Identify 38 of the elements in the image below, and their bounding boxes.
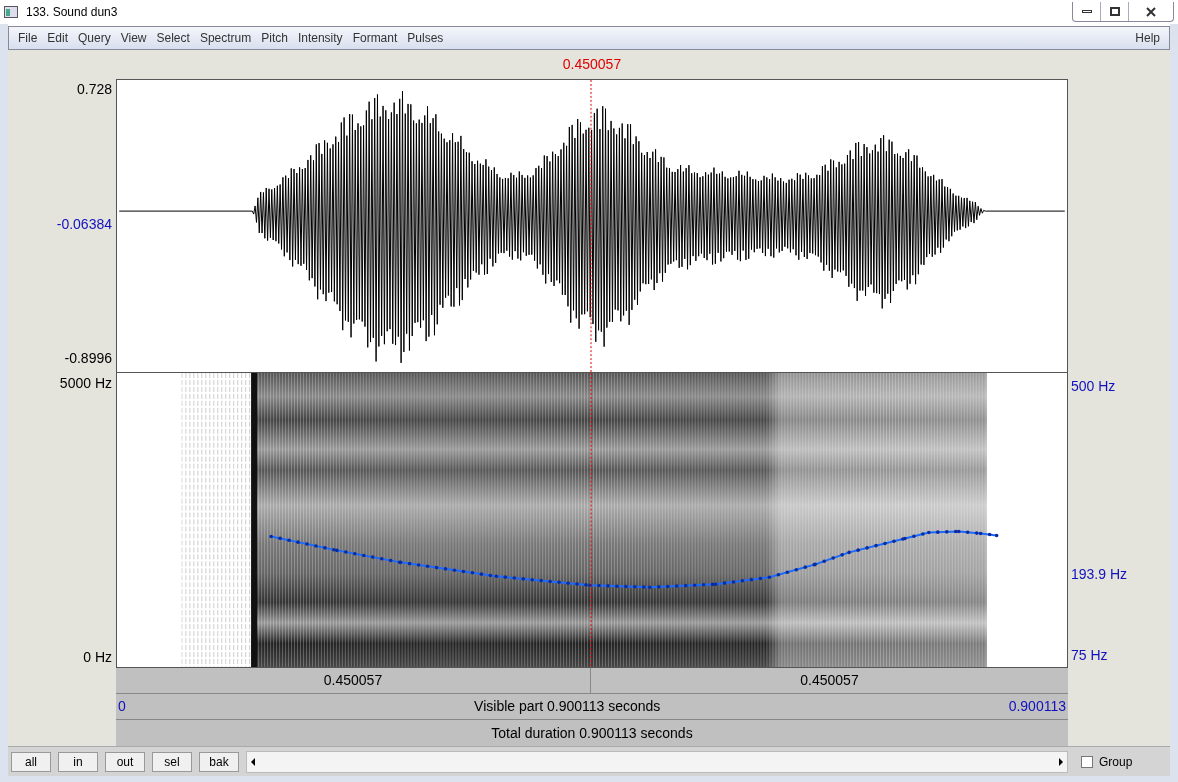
menu-item[interactable]: File: [13, 29, 43, 47]
axis-label: 0.728: [76, 80, 112, 99]
axis-label: 0 Hz: [83, 648, 112, 667]
visible-part-bar[interactable]: 0 Visible part 0.900113 seconds 0.900113: [116, 694, 1068, 720]
menu-item[interactable]: Edit: [42, 29, 74, 47]
menu-item[interactable]: Select: [151, 29, 195, 47]
cursor-time: 0.450057: [562, 55, 622, 74]
menu-item[interactable]: Query: [73, 29, 116, 47]
axis-label: -0.06384: [56, 214, 112, 234]
start-time: 0: [118, 697, 126, 716]
axis-label: 5000 Hz: [59, 374, 112, 393]
zoom-button[interactable]: all: [11, 751, 51, 772]
menu-item[interactable]: Spectrum: [194, 29, 257, 47]
zoom-button[interactable]: sel: [152, 751, 192, 772]
time-segment[interactable]: 0.450057: [591, 668, 1068, 693]
menu-item[interactable]: Pitch: [256, 29, 293, 47]
time-segment[interactable]: 0.450057: [116, 668, 591, 693]
menu-item[interactable]: Pulses: [402, 29, 449, 47]
axis-label: 193.9 Hz: [1071, 565, 1128, 585]
axis-label: 75 Hz: [1071, 646, 1108, 665]
group-label: Group: [1099, 753, 1133, 771]
end-time: 0.900113: [1008, 697, 1066, 716]
app-icon: [4, 6, 18, 18]
zoom-button[interactable]: in: [58, 751, 98, 772]
horizontal-scrollbar[interactable]: [246, 750, 1068, 773]
axis-label: 500 Hz: [1071, 377, 1116, 396]
visible-part-label: Visible part 0.900113 seconds: [474, 697, 661, 716]
menu-item[interactable]: Help: [1130, 29, 1165, 47]
menu-item[interactable]: View: [115, 29, 152, 47]
menu-item[interactable]: Intensity: [292, 29, 348, 47]
menu-item[interactable]: Formant: [347, 29, 403, 47]
zoom-button[interactable]: out: [105, 751, 145, 772]
close-icon: [1146, 6, 1156, 17]
group-checkbox[interactable]: [1081, 755, 1093, 768]
window-title: 133. Sound dun3: [26, 4, 118, 21]
total-duration-bar[interactable]: Total duration 0.900113 seconds: [116, 720, 1068, 746]
axis-label: -0.8996: [64, 349, 112, 368]
zoom-button[interactable]: bak: [199, 751, 239, 772]
